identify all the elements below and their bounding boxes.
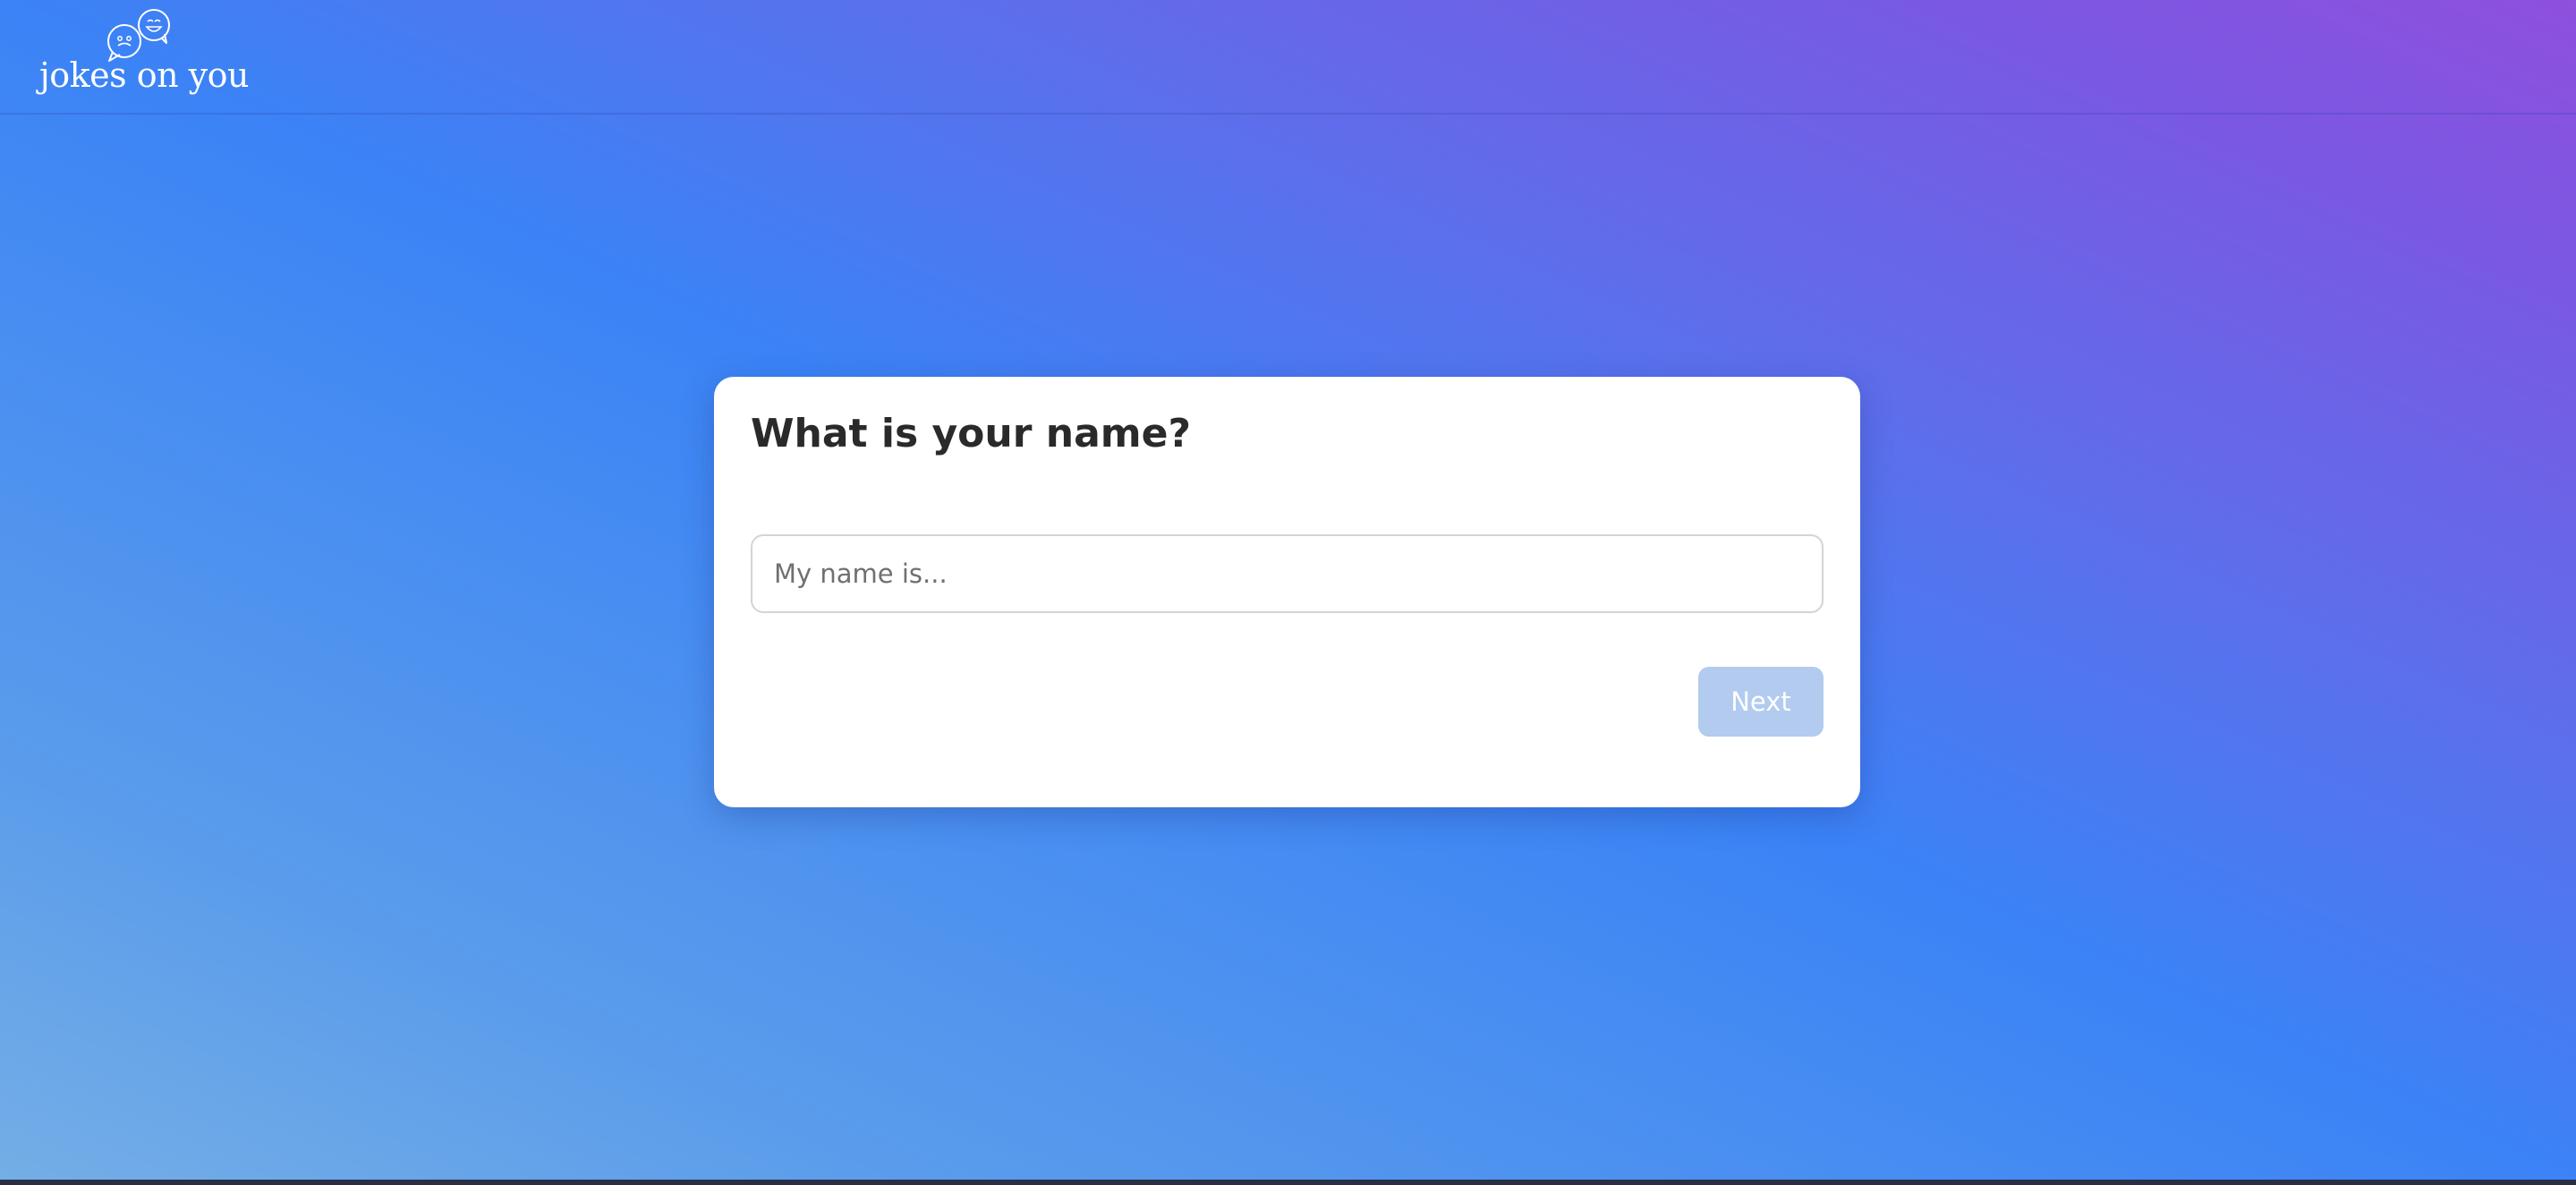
card-title: What is your name? (751, 411, 1191, 456)
top-bar: jokes on you (0, 0, 2576, 115)
next-button[interactable]: Next (1698, 667, 1824, 737)
name-input[interactable] (751, 534, 1824, 613)
name-card: What is your name? Next (714, 377, 1860, 807)
logo[interactable]: jokes on you (39, 7, 254, 107)
window-bottom-edge (0, 1180, 2576, 1185)
logo-text: jokes on you (39, 55, 250, 95)
